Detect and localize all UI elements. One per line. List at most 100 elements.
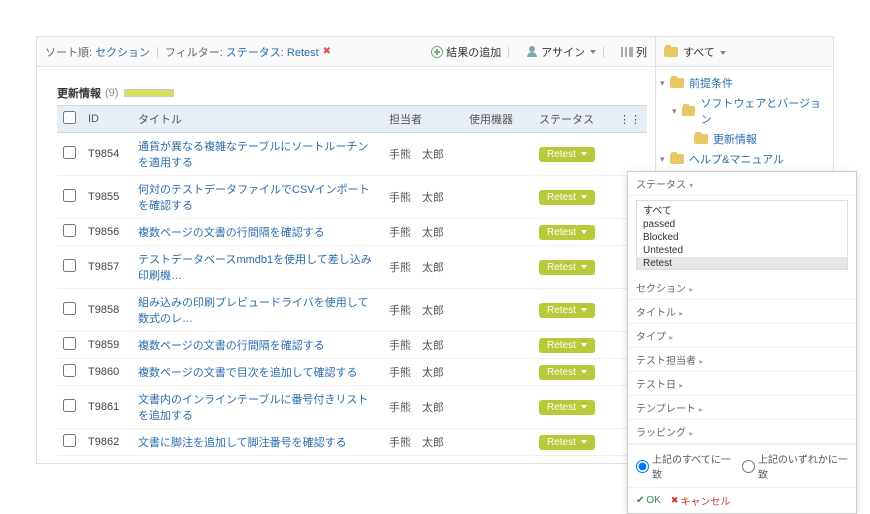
status-option[interactable]: すべて xyxy=(637,201,847,218)
status-options-list[interactable]: すべてpassedBlockedUntestedRetestFailed xyxy=(636,200,848,270)
row-checkbox[interactable] xyxy=(63,259,76,272)
title-link[interactable]: 組み込みの印刷プレビュードライバを使用して数式のレ… xyxy=(138,297,368,325)
cell-id: T9862 xyxy=(82,429,132,456)
user-icon xyxy=(526,46,538,58)
title-link[interactable]: テストデータベースmmdb1を使用して差し込み印刷機… xyxy=(138,254,372,282)
status-pill[interactable]: Retest xyxy=(539,400,595,415)
main-pane: ソート順: セクション | フィルター: ステータス: Retest ✖ 結果の… xyxy=(36,36,656,464)
row-checkbox[interactable] xyxy=(63,224,76,237)
status-option[interactable]: Retest xyxy=(637,257,847,270)
cell-status: Retest xyxy=(533,289,613,332)
sort-value[interactable]: セクション xyxy=(95,44,150,60)
chevron-down-icon xyxy=(581,195,587,199)
row-checkbox[interactable] xyxy=(63,189,76,202)
status-pill[interactable]: Retest xyxy=(539,365,595,380)
status-pill[interactable]: Retest xyxy=(539,303,595,318)
filter-section-status[interactable]: ステータス ▾ xyxy=(628,172,856,196)
status-option[interactable]: Blocked xyxy=(637,231,847,244)
cell-person: 手熊 太郎 xyxy=(383,219,463,246)
chevron-down-icon xyxy=(720,51,726,55)
status-option[interactable]: passed xyxy=(637,218,847,231)
folder-icon xyxy=(670,154,684,164)
cell-id: T9860 xyxy=(82,359,132,386)
cell-device xyxy=(463,133,533,176)
title-link[interactable]: 複数ページの文書の行間隔を確認する xyxy=(138,340,325,352)
title-link[interactable]: 複数ページの文書の行間隔を確認する xyxy=(138,227,325,239)
filter-section[interactable]: テスト担当者 ▸ xyxy=(628,348,856,372)
row-checkbox[interactable] xyxy=(63,146,76,159)
section-count: (9) xyxy=(105,87,118,99)
col-person[interactable]: 担当者 xyxy=(383,106,463,133)
clear-filter-icon[interactable]: ✖ xyxy=(323,46,331,57)
tree-label: ソフトウェアとバージョン xyxy=(700,95,829,127)
tree-twisty[interactable]: ▾ xyxy=(660,78,670,89)
section-header: 更新情報(9) xyxy=(57,85,647,101)
status-pill[interactable]: Retest xyxy=(539,338,595,353)
tree-twisty[interactable]: ▾ xyxy=(672,106,682,117)
cell-status: Retest xyxy=(533,386,613,429)
filter-section[interactable]: ラッピング ▸ xyxy=(628,420,856,444)
ok-button[interactable]: OK xyxy=(636,495,661,506)
title-link[interactable]: 何対のテストデータファイルでCSVインポートを確認する xyxy=(138,184,370,212)
col-title[interactable]: タイトル xyxy=(132,106,383,133)
cell-id: T9858 xyxy=(82,289,132,332)
col-device[interactable]: 使用機器 xyxy=(463,106,533,133)
drag-handle[interactable] xyxy=(613,133,647,176)
cell-status: Retest xyxy=(533,133,613,176)
cancel-button[interactable]: キャンセル xyxy=(671,493,731,508)
tree-node[interactable]: ▾ ソフトウェアとバージョン xyxy=(672,93,829,129)
status-pill[interactable]: Retest xyxy=(539,435,595,450)
cell-id: T9857 xyxy=(82,246,132,289)
status-pill[interactable]: Retest xyxy=(539,190,595,205)
row-checkbox[interactable] xyxy=(63,399,76,412)
col-status[interactable]: ステータス xyxy=(533,106,613,133)
cell-id: T9854 xyxy=(82,133,132,176)
filter-section[interactable]: テンプレート ▸ xyxy=(628,396,856,420)
filter-section[interactable]: タイトル ▸ xyxy=(628,300,856,324)
cell-title: 文書内のインラインテーブルに番号付きリストを追加する xyxy=(132,386,383,429)
row-checkbox[interactable] xyxy=(63,434,76,447)
header-row: ID タイトル 担当者 使用機器 ステータス ⋮⋮ xyxy=(57,106,647,133)
separator: | xyxy=(156,46,159,58)
title-link[interactable]: 文書内のインラインテーブルに番号付きリストを追加する xyxy=(138,394,368,422)
columns-button[interactable]: 列 xyxy=(621,44,647,60)
cell-title: 複数ページの文書の行間隔を確認する xyxy=(132,332,383,359)
status-pill[interactable]: Retest xyxy=(539,147,595,162)
cell-id: T9856 xyxy=(82,219,132,246)
plus-icon xyxy=(431,46,443,58)
status-option[interactable]: Untested xyxy=(637,244,847,257)
status-pill[interactable]: Retest xyxy=(539,225,595,240)
tree-label: 更新情報 xyxy=(713,131,757,147)
status-pill[interactable]: Retest xyxy=(539,260,595,275)
cell-device xyxy=(463,176,533,219)
cell-person: 手熊 太郎 xyxy=(383,332,463,359)
add-result-button[interactable]: 結果の追加 xyxy=(431,44,501,60)
select-all-checkbox[interactable] xyxy=(63,111,76,124)
filter-value[interactable]: ステータス: Retest xyxy=(226,44,319,60)
row-checkbox[interactable] xyxy=(63,364,76,377)
all-dropdown[interactable]: すべて xyxy=(683,44,726,60)
progress-bar xyxy=(124,89,174,97)
col-drag: ⋮⋮ xyxy=(613,106,647,133)
tree-node[interactable]: 更新情報 xyxy=(684,129,829,149)
title-link[interactable]: 通貨が異なる複雑なテーブルにソートルーチンを適用する xyxy=(138,141,368,169)
assign-button[interactable]: アサイン xyxy=(526,44,596,60)
tree-twisty[interactable]: ▾ xyxy=(660,154,670,165)
toolbar: ソート順: セクション | フィルター: ステータス: Retest ✖ 結果の… xyxy=(37,37,655,67)
title-link[interactable]: 文書に脚注を追加して脚注番号を確認する xyxy=(138,437,347,449)
filter-section[interactable]: タイプ ▸ xyxy=(628,324,856,348)
row-checkbox[interactable] xyxy=(63,337,76,350)
chevron-down-icon xyxy=(581,152,587,156)
cell-title: 複数ページの文書で目次を追加して確認する xyxy=(132,359,383,386)
col-id[interactable]: ID xyxy=(82,106,132,133)
side-toolbar: すべて xyxy=(656,37,833,67)
match-any-radio[interactable]: 上記のいずれかに一致 xyxy=(742,451,848,481)
filter-section[interactable]: テスト日 ▸ xyxy=(628,372,856,396)
filter-section[interactable]: セクション ▸ xyxy=(628,276,856,300)
table-row: T9860 複数ページの文書で目次を追加して確認する 手熊 太郎 Retest xyxy=(57,359,647,386)
tree-node[interactable]: ▾前提条件 xyxy=(660,73,829,93)
match-all-radio[interactable]: 上記のすべてに一致 xyxy=(636,451,732,481)
row-checkbox[interactable] xyxy=(63,302,76,315)
tree-node[interactable]: ▾ヘルプ&マニュアル xyxy=(660,149,829,169)
title-link[interactable]: 複数ページの文書で目次を追加して確認する xyxy=(138,367,357,379)
